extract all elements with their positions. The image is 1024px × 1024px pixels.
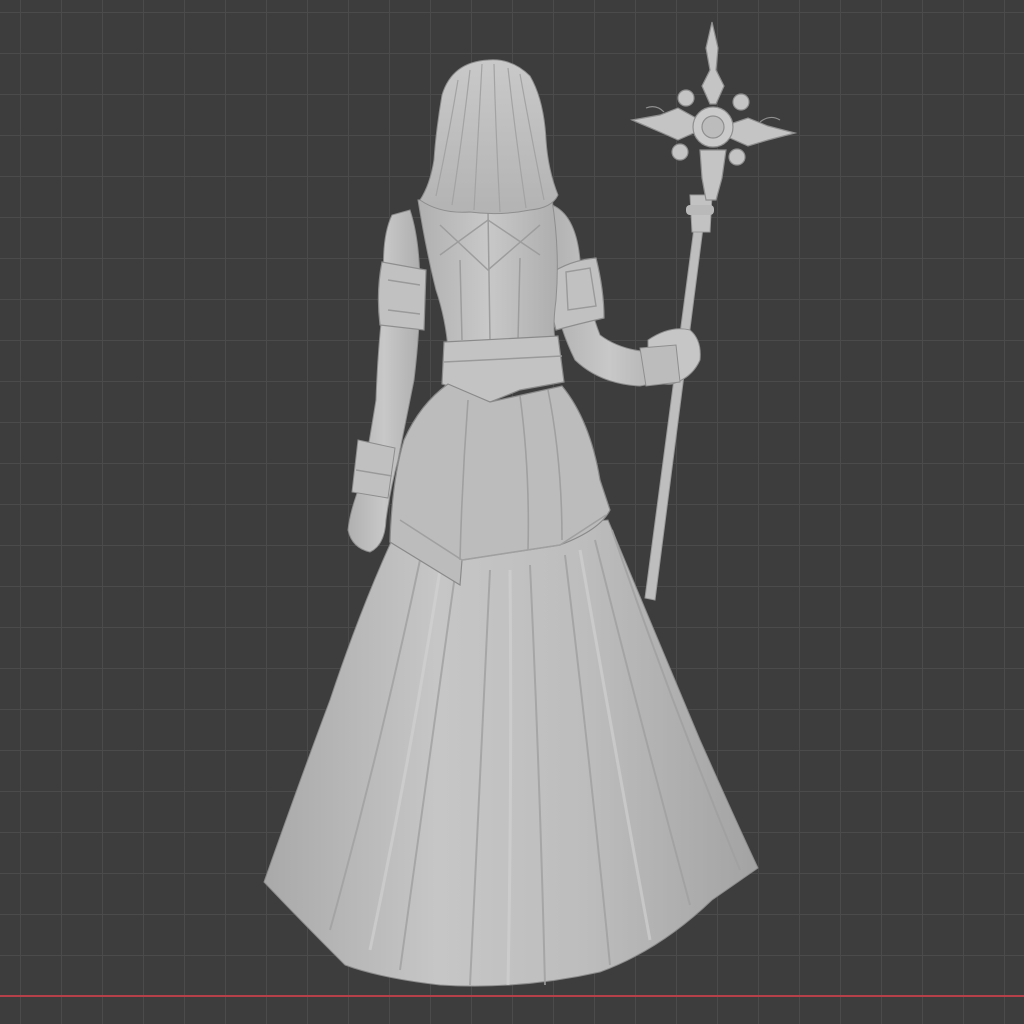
- bodice: [417, 197, 558, 351]
- hair: [419, 59, 559, 215]
- staff: [644, 194, 714, 601]
- skirt: [263, 519, 759, 987]
- staff-cross-head: [629, 21, 798, 201]
- right-arm: [547, 204, 701, 387]
- sculpt-model[interactable]: [0, 0, 1024, 1024]
- 3d-viewport[interactable]: [0, 0, 1024, 1024]
